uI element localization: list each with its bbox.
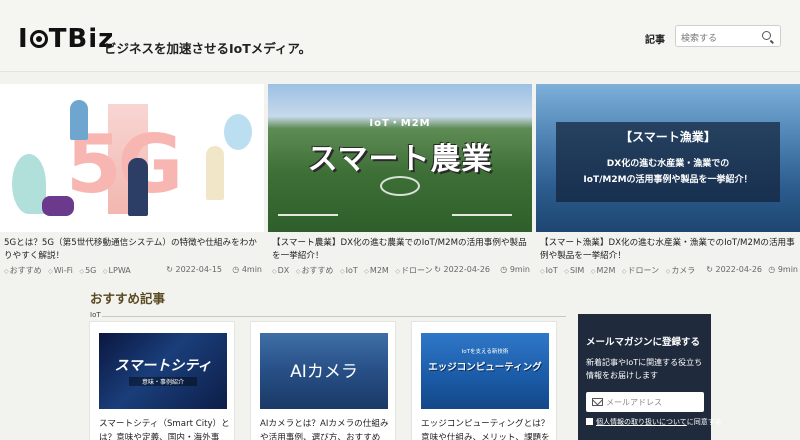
thumbnail-line: IoT/M2Mの活用事例や製品を一挙紹介！ [583, 175, 753, 185]
featured-thumbnail[interactable]: 5G [0, 84, 264, 232]
article-meta: おすすめ Wi-Fi 5G LPWA ↻ 2022-04-15 ◷ 4min [4, 265, 264, 276]
card-thumbnail[interactable]: IoTを支える新技術 エッジコンピューティング [421, 333, 549, 409]
article-meta: IoT SIM M2M ドローン カメラ ↻ 2022-04-26 ◷ 9min [540, 265, 800, 276]
featured-thumbnail[interactable]: 【スマート漁業】 DX化の進む水産業・漁業での IoT/M2Mの活用事例や製品を… [536, 84, 800, 232]
tag-link[interactable]: ドローン [622, 266, 659, 275]
tag-link[interactable]: おすすめ [296, 266, 334, 275]
tag-link[interactable]: 5G [79, 266, 96, 275]
card-title[interactable]: エッジコンピューティングとは？意味や仕組み、メリット、課題を徹... [421, 417, 555, 440]
tag-link[interactable]: IoT [340, 266, 358, 275]
read-time: ◷ 4min [232, 265, 262, 274]
card-thumbnail[interactable]: スマートシティ 意味・事例紹介 [99, 333, 227, 409]
tag-link[interactable]: カメラ [666, 266, 696, 275]
featured-title[interactable]: 【スマート漁業】DX化の進む水産業・漁業でのIoT/M2Mの活用事例や製品を一挙… [540, 237, 798, 263]
thumbnail-subtext: IoTを支える新技術 [461, 349, 509, 355]
tag-link[interactable]: SIM [564, 266, 584, 275]
thumbnail-line: DX化の進む水産業・漁業での [606, 159, 730, 169]
featured-article[interactable]: IoT・M2M スマート農業 【スマート農業】DX化の進む農業でのIoT/M2M… [268, 84, 532, 280]
search-box[interactable] [675, 25, 781, 49]
featured-title[interactable]: 5Gとは？5G（第5世代移動通信システム）の特徴や仕組みをわかりやすく解説！ [4, 237, 262, 263]
nav-articles-link[interactable]: 記事 [645, 31, 665, 46]
article-date: ↻ 2022-04-26 [706, 265, 762, 274]
tag-link[interactable]: DX [272, 266, 289, 275]
card-thumbnail[interactable]: AIカメラ [260, 333, 388, 409]
agree-suffix: に同意する [686, 418, 722, 426]
tag-link[interactable]: おすすめ [4, 266, 42, 275]
recommended-heading: おすすめ記事 [90, 291, 166, 306]
tag-link[interactable]: Wi-Fi [48, 266, 73, 275]
search-icon[interactable] [762, 31, 771, 40]
thumbnail-subtext: IoT・M2M [369, 118, 431, 129]
agree-checkbox[interactable] [586, 418, 593, 425]
site-logo[interactable]: I TBiz [18, 24, 114, 54]
article-date: ↻ 2022-04-15 [166, 265, 222, 274]
recommended-card[interactable]: AIカメラ AIカメラとは？AIカメラの仕組みや活用事例、選び方、おすすめの..… [250, 321, 396, 440]
tag-link[interactable]: LPWA [103, 266, 131, 275]
read-time: ◷ 9min [500, 265, 530, 274]
thumbnail-subtext: 意味・事例紹介 [129, 377, 197, 386]
read-time: ◷ 9min [768, 265, 798, 274]
thumbnail-text: スマートシティ [114, 358, 212, 374]
tag-link[interactable]: ドローン [395, 266, 432, 275]
search-input[interactable] [676, 29, 756, 49]
divider [102, 316, 566, 317]
privacy-link[interactable]: 個人情報の取り扱いについて [596, 418, 687, 426]
email-field-wrapper[interactable] [586, 392, 704, 412]
email-field[interactable] [606, 394, 698, 410]
featured-article[interactable]: 【スマート漁業】 DX化の進む水産業・漁業での IoT/M2Mの活用事例や製品を… [536, 84, 800, 280]
article-date: ↻ 2022-04-26 [434, 265, 490, 274]
thumbnail-text: スマート農業 [307, 142, 493, 177]
card-title[interactable]: スマートシティ（Smart City）とは？意味や定義、国内・海外事例... [99, 417, 233, 440]
tag-link[interactable]: M2M [364, 266, 389, 275]
site-header: I TBiz ビジネスを加速させるIoTメディア。 記事 [0, 0, 800, 72]
featured-title[interactable]: 【スマート農業】DX化の進む農業でのIoT/M2Mの活用事例や製品を一挙紹介！ [272, 237, 530, 263]
newsletter-description: 新着記事やIoTに関連する役立ち情報をお届けします [586, 358, 703, 380]
agree-row: 個人情報の取り扱いについてに同意する [586, 417, 722, 427]
thumbnail-text: エッジコンピューティング [428, 362, 542, 373]
thumbnail-heading: 【スマート漁業】 [620, 130, 716, 144]
recommended-card[interactable]: IoTを支える新技術 エッジコンピューティング エッジコンピューティングとは？意… [411, 321, 557, 440]
category-label[interactable]: IoT [90, 311, 101, 319]
newsletter-panel: メールマガジンに登録する 新着記事やIoTに関連する役立ち情報をお届けします 個… [578, 314, 722, 440]
article-meta: DX おすすめ IoT M2M ドローン ↻ 2022-04-26 ◷ 9min [272, 265, 532, 276]
tag-link[interactable]: M2M [591, 266, 616, 275]
tag-link[interactable]: IoT [540, 266, 558, 275]
newsletter-title: メールマガジンに登録する [586, 337, 701, 348]
featured-article[interactable]: 5G 5Gとは？5G（第5世代移動通信システム）の特徴や仕組みをわかりやすく解説… [0, 84, 264, 280]
thumbnail-text: AIカメラ [290, 362, 358, 382]
card-title[interactable]: AIカメラとは？AIカメラの仕組みや活用事例、選び方、おすすめの... [260, 417, 394, 440]
recommended-card[interactable]: スマートシティ 意味・事例紹介 スマートシティ（Smart City）とは？意味… [89, 321, 235, 440]
site-tagline: ビジネスを加速させるIoTメディア。 [104, 41, 312, 56]
featured-thumbnail[interactable]: IoT・M2M スマート農業 [268, 84, 532, 232]
mail-icon [592, 398, 603, 406]
